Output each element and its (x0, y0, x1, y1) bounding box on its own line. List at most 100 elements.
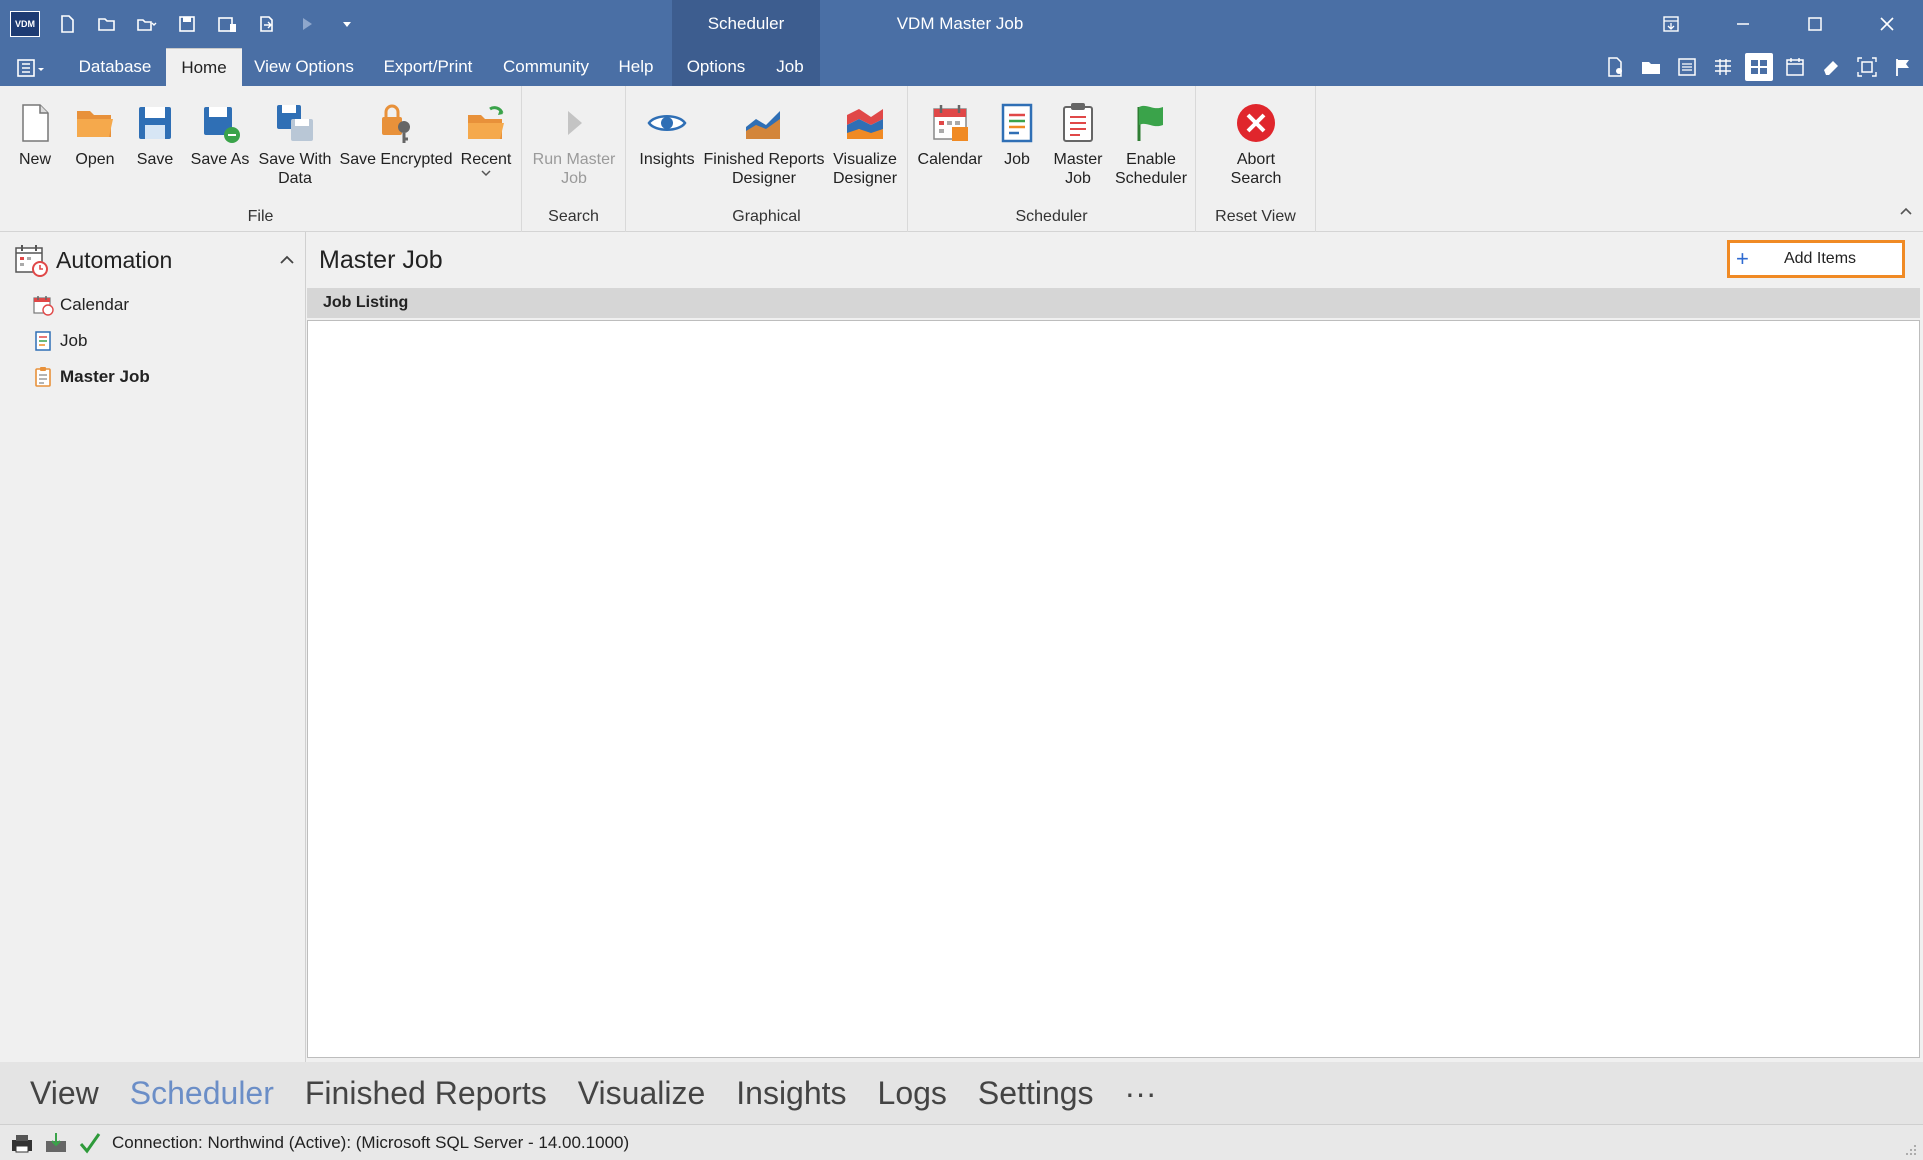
tab-export-print[interactable]: Export/Print (370, 48, 486, 86)
clipboard-icon (1055, 100, 1101, 146)
visualize-designer-button[interactable]: Visualize Designer (826, 100, 904, 188)
open-button[interactable]: Open (68, 100, 122, 169)
list-view-icon[interactable] (1673, 53, 1701, 81)
app-menu-icon (17, 59, 44, 77)
calendar-button[interactable]: Calendar (914, 100, 986, 169)
add-items-button[interactable]: + Add Items (1727, 240, 1905, 278)
flag-icon[interactable] (1889, 53, 1917, 81)
recent-folder-icon (463, 100, 509, 146)
ribbon-display-options-icon[interactable] (1635, 0, 1707, 48)
qat-run-icon[interactable] (294, 11, 320, 37)
calendar-view-icon[interactable] (1781, 53, 1809, 81)
save-button[interactable]: Save (128, 100, 182, 169)
enable-scheduler-button[interactable]: Enable Scheduler (1110, 100, 1192, 188)
eye-icon (644, 100, 690, 146)
tab-help[interactable]: Help (606, 48, 666, 86)
grid-view-icon[interactable] (1709, 53, 1737, 81)
bottom-nav-settings[interactable]: Settings (978, 1075, 1094, 1112)
tab-options[interactable]: Options (672, 48, 760, 86)
sidebar-item-calendar[interactable]: Calendar (32, 290, 129, 320)
finished-reports-designer-button[interactable]: Finished Reports Designer (702, 100, 826, 188)
enable-scheduler-label: Enable Scheduler (1114, 151, 1188, 187)
job-listing-area[interactable] (307, 320, 1920, 1058)
bottom-nav-finished-reports[interactable]: Finished Reports (305, 1075, 547, 1112)
job-document-icon (994, 100, 1040, 146)
bottom-nav-scheduler[interactable]: Scheduler (130, 1075, 274, 1112)
import-tray-icon[interactable] (44, 1130, 70, 1156)
fit-screen-icon[interactable] (1853, 53, 1881, 81)
bottom-navigation: View Scheduler Finished Reports Visualiz… (0, 1062, 1923, 1124)
minimize-icon[interactable] (1707, 0, 1779, 48)
qat-save-icon[interactable] (174, 11, 200, 37)
qat-open-recent-icon[interactable] (134, 11, 160, 37)
resize-grip-icon[interactable] (1903, 1142, 1917, 1156)
folder-icon[interactable] (1637, 53, 1665, 81)
sidebar-item-label: Calendar (60, 295, 129, 314)
app-menu-button[interactable] (14, 56, 50, 80)
save-with-data-button[interactable]: Save With Data (256, 100, 334, 188)
tab-job[interactable]: Job (760, 48, 820, 86)
ribbon-group-graphical: Insights Finished Reports Designer Visua… (626, 86, 908, 232)
save-with-data-label: Save With Data (258, 151, 332, 187)
qat-save-all-icon[interactable] (214, 11, 240, 37)
bottom-nav-insights[interactable]: Insights (736, 1075, 846, 1112)
new-label: New (18, 151, 51, 168)
card-view-icon[interactable] (1745, 53, 1773, 81)
ribbon-group-scheduler: Calendar Job Master Job Enable Scheduler… (908, 86, 1196, 232)
new-button[interactable]: New (8, 100, 62, 169)
file-group-label: File (247, 208, 274, 225)
bottom-nav-view[interactable]: View (30, 1075, 99, 1112)
database-printer-icon[interactable] (10, 1130, 36, 1156)
bottom-nav-visualize[interactable]: Visualize (578, 1075, 705, 1112)
quick-access-toolbar: VDM (10, 8, 360, 40)
sidebar-title: Automation (56, 246, 173, 273)
job-button[interactable]: Job (994, 100, 1040, 169)
connection-check-icon (78, 1130, 104, 1156)
job-listing-header: Job Listing (307, 288, 1920, 318)
qat-export-icon[interactable] (254, 11, 280, 37)
run-master-job-button[interactable]: Run Master Job (530, 100, 618, 188)
sidebar-item-label: Master Job (60, 367, 150, 386)
ribbon-group-reset-view: Abort Search Reset View (1196, 86, 1316, 232)
abort-search-label: Abort Search (1230, 151, 1282, 187)
save-encrypted-button[interactable]: Save Encrypted (338, 100, 454, 169)
connection-status-text: Connection: Northwind (Active): (Microso… (112, 1132, 630, 1152)
tab-home[interactable]: Home (166, 48, 242, 86)
sidebar-header[interactable]: Automation (14, 240, 295, 280)
settings-document-icon[interactable] (1601, 53, 1629, 81)
green-flag-icon (1128, 100, 1174, 146)
ribbon-group-search: Run Master Job Search (522, 86, 626, 232)
qat-new-icon[interactable] (54, 11, 80, 37)
open-label: Open (75, 151, 115, 168)
maximize-icon[interactable] (1779, 0, 1851, 48)
open-folder-icon (72, 100, 118, 146)
main-panel: Master Job + Add Items Job Listing (307, 232, 1923, 1062)
recent-button[interactable]: Recent (456, 100, 516, 177)
tab-community[interactable]: Community (496, 48, 596, 86)
job-label: Job (1004, 151, 1030, 168)
qat-customize-chevron-icon[interactable] (334, 11, 360, 37)
ribbon-collapse-chevron-up-icon[interactable] (1897, 202, 1915, 220)
bottom-nav-more-icon[interactable]: ··· (1125, 1075, 1157, 1112)
insights-button[interactable]: Insights (632, 100, 702, 169)
sidebar-item-job[interactable]: Job (32, 326, 87, 356)
search-group-label: Search (548, 208, 599, 225)
save-as-button[interactable]: Save As (188, 100, 252, 169)
close-icon[interactable] (1851, 0, 1923, 48)
sidebar-collapse-chevron-up-icon[interactable] (277, 250, 297, 270)
bottom-nav-logs[interactable]: Logs (878, 1075, 947, 1112)
calendar-icon (33, 296, 54, 316)
plus-icon: + (1736, 246, 1749, 271)
tab-database[interactable]: Database (70, 48, 160, 86)
job-document-icon (35, 331, 51, 351)
eraser-icon[interactable] (1817, 53, 1845, 81)
qat-open-icon[interactable] (94, 11, 120, 37)
tab-view-options[interactable]: View Options (248, 48, 360, 86)
sidebar-item-master-job[interactable]: Master Job (32, 362, 150, 392)
save-label: Save (136, 151, 174, 168)
master-job-button[interactable]: Master Job (1048, 100, 1108, 188)
calendar-label: Calendar (917, 151, 983, 168)
recent-label: Recent (460, 151, 512, 168)
abort-search-button[interactable]: Abort Search (1216, 100, 1296, 188)
automation-calendar-icon (15, 245, 48, 277)
